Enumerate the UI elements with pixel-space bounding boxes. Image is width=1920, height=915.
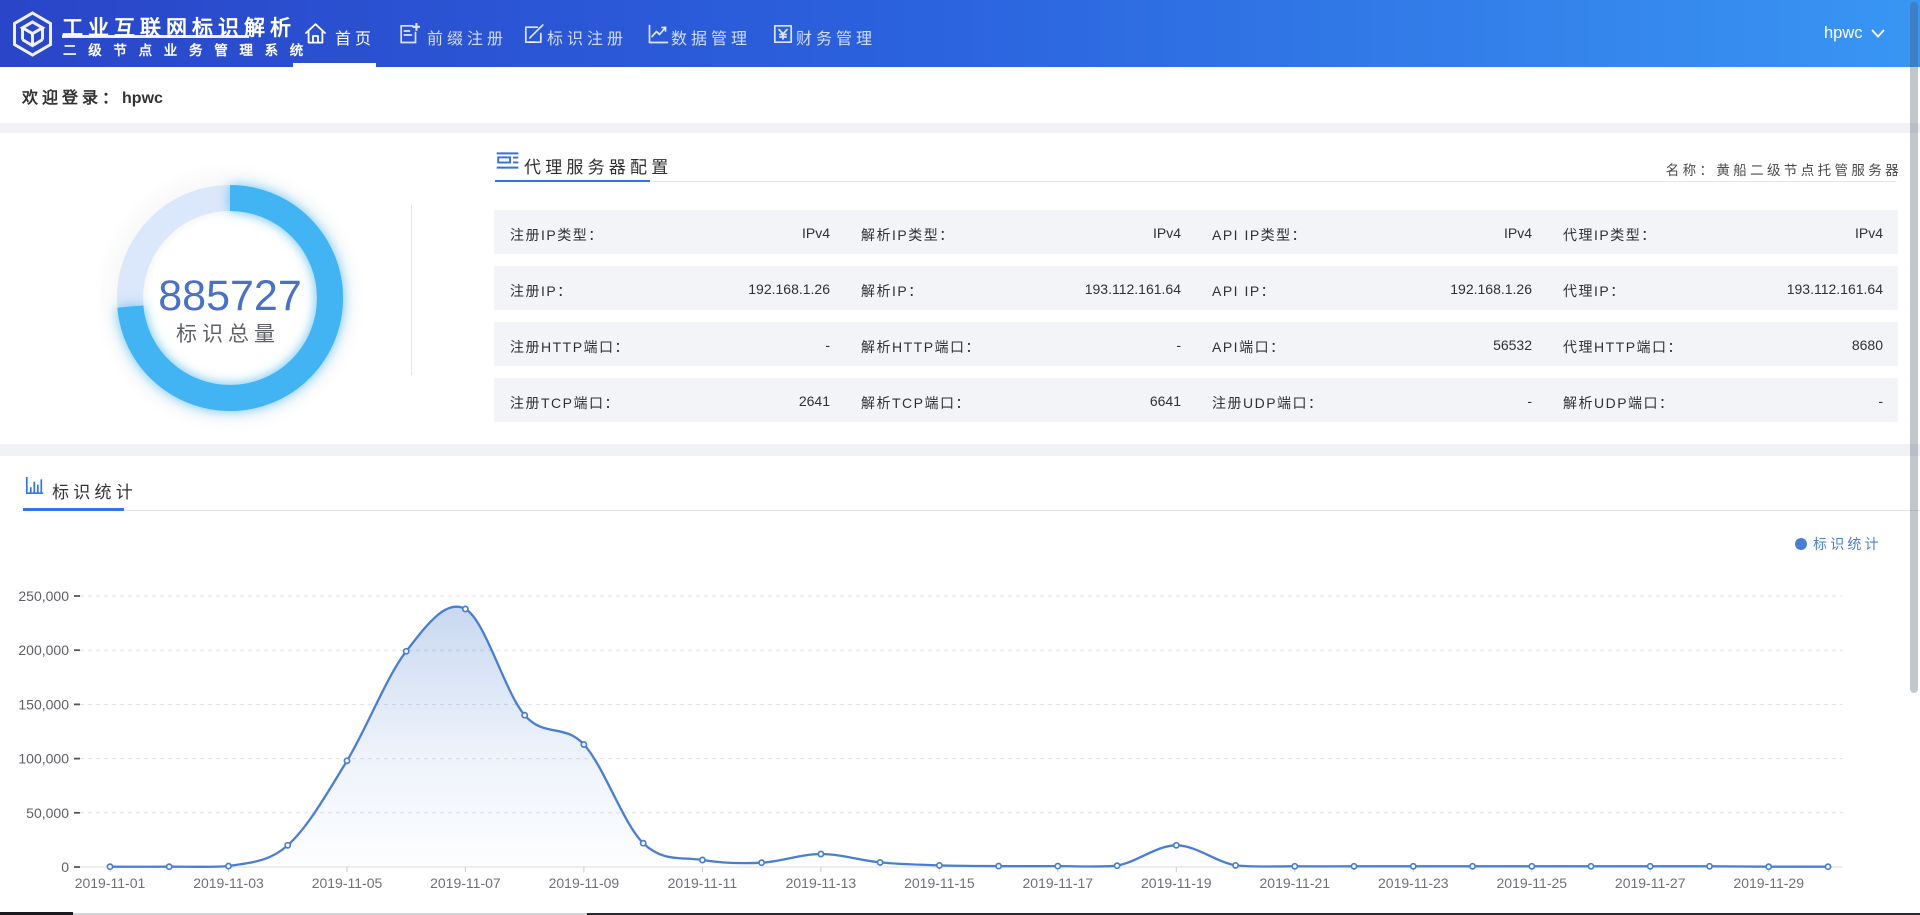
svg-text:150,000: 150,000 — [18, 696, 69, 712]
svg-text:2019-11-17: 2019-11-17 — [1023, 875, 1094, 891]
svg-text:2019-11-25: 2019-11-25 — [1497, 875, 1568, 891]
svg-text:2019-11-13: 2019-11-13 — [786, 875, 857, 891]
svg-text:2019-11-05: 2019-11-05 — [312, 875, 383, 891]
svg-text:2019-11-07: 2019-11-07 — [430, 875, 501, 891]
svg-text:2019-11-21: 2019-11-21 — [1260, 875, 1331, 891]
svg-text:2019-11-15: 2019-11-15 — [904, 875, 975, 891]
svg-text:2019-11-01: 2019-11-01 — [75, 875, 146, 891]
svg-text:标识统计: 标识统计 — [1813, 536, 1882, 552]
svg-text:200,000: 200,000 — [18, 642, 69, 658]
svg-text:2019-11-19: 2019-11-19 — [1141, 875, 1212, 891]
svg-text:2019-11-23: 2019-11-23 — [1378, 875, 1449, 891]
svg-text:50,000: 50,000 — [26, 805, 69, 821]
svg-text:2019-11-27: 2019-11-27 — [1615, 875, 1686, 891]
svg-text:250,000: 250,000 — [18, 588, 69, 604]
svg-text:2019-11-29: 2019-11-29 — [1733, 875, 1804, 891]
svg-text:100,000: 100,000 — [18, 751, 69, 767]
svg-text:0: 0 — [61, 859, 69, 875]
svg-text:2019-11-11: 2019-11-11 — [668, 875, 738, 891]
svg-text:2019-11-09: 2019-11-09 — [549, 875, 620, 891]
svg-text:2019-11-03: 2019-11-03 — [193, 875, 264, 891]
